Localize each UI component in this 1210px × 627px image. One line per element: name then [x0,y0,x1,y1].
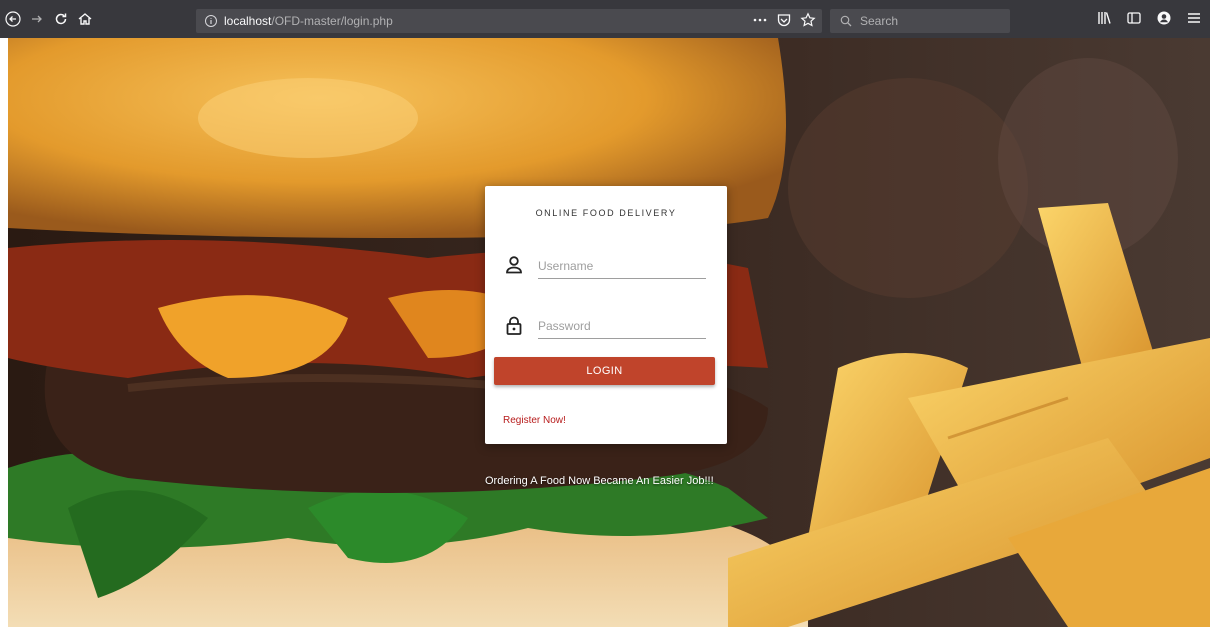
home-button[interactable] [74,8,96,30]
username-field-group [503,249,709,283]
bookmark-button[interactable] [800,12,816,28]
library-icon [1098,12,1111,24]
user-icon [506,256,522,274]
search-bar[interactable]: Search [830,9,1010,33]
hero-tagline: Ordering A Food Now Became An Easier Job… [485,475,714,487]
forward-icon [32,15,42,23]
browser-toolbar: localhost/OFD-master/login.php Search [0,0,1210,38]
login-title: ONLINE FOOD DELIVERY [535,208,677,218]
sidebar-icon [1127,12,1141,24]
search-placeholder: Search [860,14,899,28]
back-button[interactable] [2,8,24,30]
url-bar[interactable]: localhost/OFD-master/login.php [196,9,822,33]
url-path: /OFD-master/login.php [271,14,393,28]
password-input[interactable] [538,313,706,339]
home-icon [78,13,92,25]
page-actions-button[interactable] [752,12,768,28]
back-icon [5,11,21,27]
menu-icon [1188,13,1200,23]
lock-icon [506,316,522,335]
sidebar-button[interactable] [1126,10,1142,26]
login-page: ONLINE FOOD DELIVERY LOGIN Register Now!… [8,38,1210,627]
password-field-group [503,309,709,343]
more-icon [753,18,767,22]
info-icon[interactable] [204,14,218,28]
pocket-icon [777,14,791,27]
account-icon [1157,11,1171,25]
reload-icon [55,13,67,25]
forward-button[interactable] [26,8,48,30]
login-card: ONLINE FOOD DELIVERY LOGIN Register Now! [485,186,727,444]
register-link[interactable]: Register Now! [503,415,566,426]
bookmark-icon [800,12,816,27]
reload-button[interactable] [50,8,72,30]
search-icon [840,15,852,27]
account-button[interactable] [1156,10,1172,26]
username-input[interactable] [538,253,706,279]
menu-button[interactable] [1186,10,1202,26]
url-host: localhost [224,14,272,28]
pocket-button[interactable] [776,12,792,28]
library-button[interactable] [1096,10,1112,26]
login-button[interactable]: LOGIN [494,357,715,385]
